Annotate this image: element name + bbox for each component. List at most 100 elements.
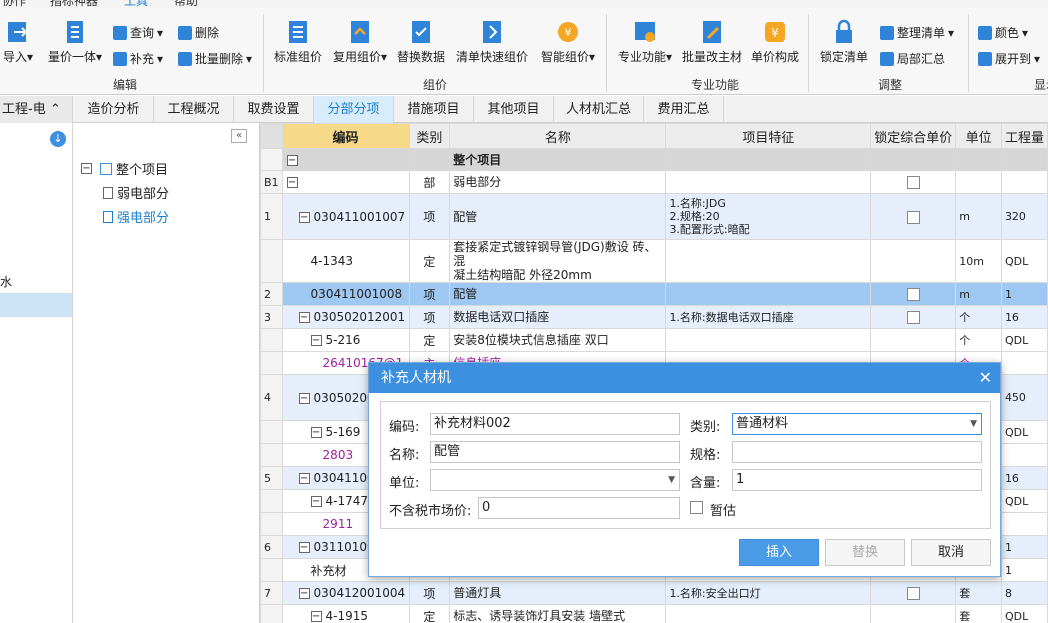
unit-cell[interactable]: 套 [955, 581, 1002, 605]
code-cell[interactable]: −030411001007 [281, 193, 410, 240]
type-cell[interactable]: 定 [408, 328, 451, 352]
feature-cell[interactable] [665, 328, 872, 352]
type-cell[interactable]: 定 [408, 239, 451, 283]
header-qty[interactable]: 工程量 [1000, 123, 1048, 149]
feature-cell[interactable] [665, 148, 872, 171]
feature-cell[interactable] [665, 282, 872, 306]
tree-root[interactable]: − 整个项目 [81, 159, 168, 178]
row-number-cell[interactable]: 4 [260, 374, 283, 421]
lock-price-cell[interactable] [870, 239, 957, 283]
feature-cell[interactable]: 1.名称:JDG 2.规格:20 3.配置形式:暗配 [665, 193, 872, 240]
row-number-cell[interactable]: 2 [260, 282, 283, 306]
name-cell[interactable]: 弱电部分 [449, 170, 667, 194]
row-number-cell[interactable] [260, 239, 283, 283]
spec-input[interactable] [732, 441, 982, 463]
name-cell[interactable]: 套接紧定式镀锌钢导管(JDG)敷设 砖、混 凝土结构暗配 外径20mm [449, 239, 667, 283]
header-unit[interactable]: 单位 [955, 123, 1002, 149]
pro-function-button[interactable]: 专业功能▾ [614, 18, 676, 65]
name-cell[interactable]: 配管 [449, 282, 667, 306]
replace-button[interactable]: 替换 [825, 539, 905, 566]
unit-cell[interactable]: m [955, 193, 1002, 240]
type-cell[interactable]: 项 [408, 305, 451, 329]
tab-fee-settings[interactable]: 取费设置 [234, 96, 314, 123]
header-code[interactable]: 编码 [281, 123, 410, 149]
collapse-icon[interactable]: − [310, 496, 322, 507]
code-cell[interactable]: −5-216 [281, 328, 410, 352]
insert-button[interactable]: 插入 [739, 539, 819, 566]
smart-pricing-button[interactable]: ¥ 智能组价▾ [537, 18, 599, 65]
unit-cell[interactable] [955, 170, 1002, 194]
unit-cell[interactable]: 个 [955, 328, 1002, 352]
row-number-cell[interactable] [260, 512, 283, 536]
row-number-cell[interactable]: 6 [260, 535, 283, 559]
lock-price-cell[interactable] [870, 581, 957, 605]
feature-cell[interactable] [665, 170, 872, 194]
qty-cell[interactable] [1000, 512, 1048, 536]
row-number-cell[interactable]: 1 [260, 193, 283, 240]
row-number-cell[interactable] [260, 443, 283, 467]
price-input[interactable]: 0 [478, 497, 680, 519]
collapse-left-icon[interactable]: « [231, 129, 247, 143]
feature-cell[interactable] [665, 604, 872, 623]
lock-price-cell[interactable] [870, 305, 957, 329]
query-button[interactable]: 查询 ▾ [113, 24, 163, 41]
collapse-icon[interactable]: − [298, 211, 310, 223]
tab-cost-analysis[interactable]: 造价分析 [74, 96, 154, 123]
code-cell[interactable]: − [281, 148, 410, 171]
row-number-cell[interactable]: 3 [260, 305, 283, 329]
lock-list-button[interactable]: 锁定清单 [816, 18, 872, 65]
type-cell[interactable]: 部 [408, 170, 451, 194]
row-number-cell[interactable] [260, 148, 283, 171]
temp-checkbox[interactable] [690, 501, 703, 514]
code-cell[interactable]: −4-1915 [281, 604, 410, 623]
qty-cell[interactable]: 1 [1000, 535, 1048, 559]
qty-cell[interactable]: QDL [1000, 239, 1048, 283]
qty-cell[interactable]: 16 [1000, 305, 1048, 329]
feature-cell[interactable]: 1.名称:数据电话双口插座 [665, 305, 872, 329]
row-number-cell[interactable] [260, 489, 283, 513]
header-lock-price[interactable]: 锁定综合单价 [870, 123, 957, 149]
code-input[interactable]: 补充材料002 [430, 413, 680, 435]
lock-price-cell[interactable] [870, 282, 957, 306]
lock-checkbox[interactable] [906, 176, 920, 189]
row-number-cell[interactable]: 5 [260, 466, 283, 490]
lock-checkbox[interactable] [906, 587, 920, 600]
table-row[interactable]: 2 030411001008 项配管 m 1 [260, 282, 1048, 306]
row-number-cell[interactable]: B1 [260, 170, 283, 194]
menu-collab[interactable]: 协作 [2, 0, 26, 8]
code-cell[interactable]: 030411001008 [281, 282, 410, 306]
tab-sub-items[interactable]: 分部分项 [314, 96, 394, 123]
tab-fee-summary[interactable]: 费用汇总 [644, 96, 724, 123]
local-summary-button[interactable]: 局部汇总 [880, 50, 945, 67]
unit-cell[interactable]: m [955, 282, 1002, 306]
type-cell[interactable]: 定 [408, 604, 451, 623]
collapse-icon[interactable]: − [298, 542, 310, 553]
code-cell[interactable]: 4-1343 [281, 239, 410, 283]
name-cell[interactable]: 安装8位模块式信息插座 双口 [449, 328, 667, 352]
qty-cell[interactable]: QDL [1000, 420, 1048, 444]
list-quick-pricing-button[interactable]: 清单快速组价 [453, 18, 531, 65]
qty-cell[interactable]: 16 [1000, 466, 1048, 490]
row-number-cell[interactable]: 7 [260, 581, 283, 605]
name-cell[interactable]: 配管 [449, 193, 667, 240]
lock-checkbox[interactable] [906, 288, 920, 301]
code-cell[interactable]: − [281, 170, 410, 194]
unit-select[interactable]: ▼ [430, 469, 680, 491]
chevron-down-icon[interactable]: ▼ [668, 470, 675, 490]
tab-measures[interactable]: 措施项目 [394, 96, 474, 123]
color-button[interactable]: 颜色 ▾ [978, 24, 1028, 41]
batch-change-material-button[interactable]: 批量改主材 [680, 18, 744, 65]
qty-cell[interactable]: QDL [1000, 328, 1048, 352]
download-icon[interactable]: ↓ [50, 131, 66, 147]
qty-cell[interactable]: QDL [1000, 489, 1048, 513]
qty-cell[interactable]: QDL [1000, 604, 1048, 623]
qty-cell[interactable]: 1 [1000, 282, 1048, 306]
left-item[interactable]: 水 [0, 273, 12, 290]
import-button[interactable]: 导入▾ [0, 18, 36, 65]
collapse-icon[interactable]: − [310, 427, 322, 438]
qty-cell[interactable]: 450 [1000, 374, 1048, 421]
cancel-button[interactable]: 取消 [911, 539, 991, 566]
qty-cell[interactable] [1000, 148, 1048, 171]
lock-price-cell[interactable] [870, 148, 957, 171]
header-name[interactable]: 名称 [449, 123, 667, 149]
